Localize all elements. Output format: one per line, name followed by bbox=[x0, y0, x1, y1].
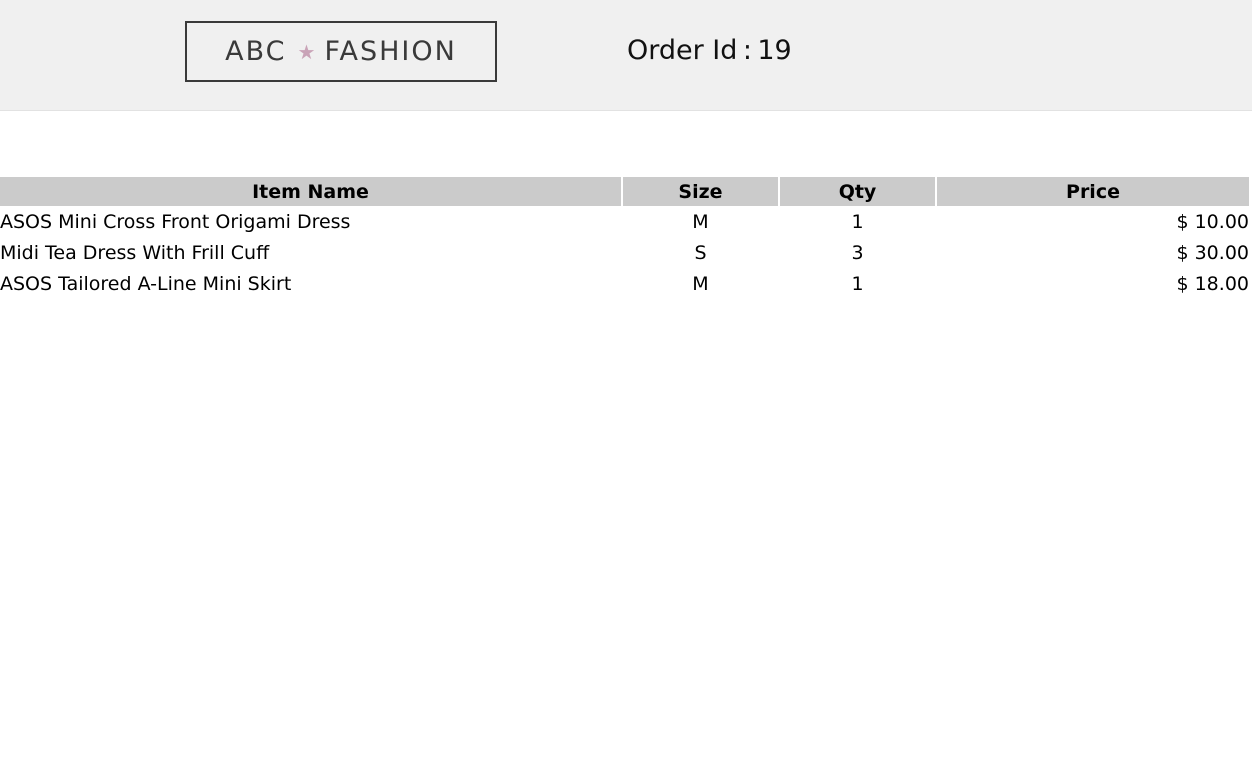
page-header: ABC ★ FASHION Order Id:19 bbox=[0, 0, 1252, 111]
column-header-price: Price bbox=[937, 177, 1249, 206]
item-price-cell: $ 10.00 bbox=[1176, 210, 1249, 233]
item-name-cell: Midi Tea Dress With Frill Cuff bbox=[0, 241, 270, 264]
item-name-cell: ASOS Mini Cross Front Origami Dress bbox=[0, 210, 351, 233]
order-id-separator: : bbox=[742, 35, 752, 66]
order-id-label: Order Id bbox=[627, 35, 738, 66]
item-price-cell: $ 30.00 bbox=[1176, 241, 1249, 264]
item-size-cell: M bbox=[692, 272, 709, 295]
item-size-cell: S bbox=[694, 241, 707, 264]
item-size-cell: M bbox=[692, 210, 709, 233]
item-qty-cell: 1 bbox=[851, 210, 864, 233]
table-header-row: Item Name Size Qty Price bbox=[0, 177, 1249, 206]
column-header-item-name: Item Name bbox=[0, 177, 621, 206]
column-header-qty: Qty bbox=[780, 177, 935, 206]
order-id-heading: Order Id:19 bbox=[627, 34, 792, 68]
brand-logo[interactable]: ABC ★ FASHION bbox=[185, 21, 497, 82]
column-header-size: Size bbox=[623, 177, 778, 206]
order-id-value: 19 bbox=[757, 35, 792, 66]
logo-text-right: FASHION bbox=[324, 36, 457, 67]
item-qty-cell: 3 bbox=[851, 241, 864, 264]
logo-text-left: ABC bbox=[225, 36, 287, 67]
table-row: ASOS Tailored A-Line Mini Skirt M 1 $ 18… bbox=[0, 268, 1249, 299]
item-qty-cell: 1 bbox=[851, 272, 864, 295]
order-items-table: Item Name Size Qty Price ASOS Mini Cross… bbox=[0, 177, 1251, 299]
item-price-cell: $ 18.00 bbox=[1176, 272, 1249, 295]
table-row: Midi Tea Dress With Frill Cuff S 3 $ 30.… bbox=[0, 237, 1249, 268]
item-name-cell: ASOS Tailored A-Line Mini Skirt bbox=[0, 272, 292, 295]
star-icon: ★ bbox=[297, 39, 316, 64]
table-row: ASOS Mini Cross Front Origami Dress M 1 … bbox=[0, 206, 1249, 237]
